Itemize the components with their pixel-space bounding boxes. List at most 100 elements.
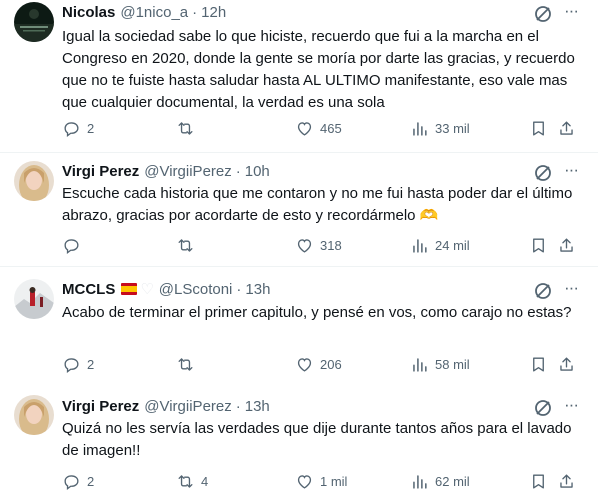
like-button[interactable]: 1 mil <box>295 470 347 492</box>
avatar[interactable] <box>14 161 54 201</box>
timestamp[interactable]: 10h <box>245 163 270 180</box>
reply-button[interactable]: 2 <box>62 470 94 492</box>
tweet-actions: 318 24 mil <box>62 234 584 256</box>
avatar[interactable] <box>14 2 54 42</box>
author-name[interactable]: Nicolas <box>62 4 115 21</box>
reply-count: 2 <box>87 473 95 489</box>
like-button[interactable]: 206 <box>295 353 342 375</box>
share-button[interactable] <box>557 470 576 492</box>
heart-icon <box>297 474 312 489</box>
reply-button[interactable]: 2 <box>62 117 94 139</box>
views-icon <box>413 357 427 372</box>
author-name[interactable]: Virgi Perez <box>62 163 139 180</box>
author-handle[interactable]: @VirgiiPerez <box>144 163 231 180</box>
like-count: 1 mil <box>320 473 348 489</box>
share-icon <box>560 120 573 135</box>
grok-icon[interactable] <box>532 3 554 25</box>
separator-dot: · <box>236 280 242 298</box>
tweet-text: Escuche cada historia que me contaron y … <box>62 185 573 224</box>
views-count: 24 mil <box>435 237 470 253</box>
heart-icon <box>297 238 312 253</box>
reply-icon <box>64 357 79 373</box>
like-button[interactable]: 318 <box>295 234 342 256</box>
separator-dot: · <box>192 3 198 21</box>
timestamp[interactable]: 13h <box>245 281 270 298</box>
reply-icon <box>64 238 79 254</box>
more-icon[interactable]: ··· <box>560 279 582 303</box>
more-icon[interactable]: ··· <box>560 2 582 26</box>
tweet-header: MCCLS ♡ @LScotoni · 13h <box>62 278 270 300</box>
avatar-image <box>14 279 54 319</box>
views-count: 58 mil <box>435 356 470 372</box>
more-icon[interactable]: ··· <box>560 396 582 420</box>
grok-icon[interactable] <box>532 397 554 419</box>
retweet-icon <box>178 474 193 488</box>
views-count: 33 mil <box>435 120 470 136</box>
avatar-image <box>14 161 54 201</box>
retweet-button[interactable] <box>176 117 201 139</box>
bookmark-button[interactable] <box>529 117 548 139</box>
tweet-4[interactable]: Virgi Perez @VirgiiPerez · 13h ··· Quizá… <box>0 387 598 502</box>
tweet-header: Virgi Perez @VirgiiPerez · 10h <box>62 160 270 182</box>
views-button[interactable]: 33 mil <box>410 117 470 139</box>
retweet-icon <box>178 238 193 252</box>
separator-dot: · <box>235 397 241 415</box>
tweet-text: Igual la sociedad sabe lo que hiciste, r… <box>62 28 575 111</box>
views-button[interactable]: 62 mil <box>410 470 470 492</box>
reply-button[interactable] <box>62 234 87 256</box>
like-count: 318 <box>320 237 342 253</box>
views-icon <box>413 238 427 253</box>
share-icon <box>560 473 573 488</box>
tweet-actions: 2 206 58 mil <box>62 353 584 375</box>
like-count: 206 <box>320 356 342 372</box>
tweet-text: Acabo de terminar el primer capitulo, y … <box>62 304 572 321</box>
author-name[interactable]: MCCLS <box>62 281 115 298</box>
bookmark-icon <box>533 237 544 253</box>
views-button[interactable]: 24 mil <box>410 234 470 256</box>
tweet-text: Quizá no les servía las verdades que dij… <box>62 420 572 459</box>
heart-icon <box>297 121 312 136</box>
white-heart-icon: ♡ <box>140 281 154 298</box>
timestamp[interactable]: 12h <box>201 4 226 21</box>
avatar[interactable] <box>14 279 54 319</box>
more-icon[interactable]: ··· <box>560 161 582 185</box>
share-button[interactable] <box>557 353 576 375</box>
bookmark-button[interactable] <box>529 353 548 375</box>
bookmark-button[interactable] <box>529 470 548 492</box>
grok-icon[interactable] <box>532 280 554 302</box>
retweet-button[interactable] <box>176 234 201 256</box>
tweet-3[interactable]: MCCLS ♡ @LScotoni · 13h ··· Acabo de ter… <box>0 267 598 387</box>
tweet-2[interactable]: Virgi Perez @VirgiiPerez · 10h ··· Escuc… <box>0 153 598 265</box>
reply-count: 2 <box>87 120 95 136</box>
tweet-header: Nicolas @1nico_a · 12h <box>62 1 226 23</box>
tweet-actions: 2 465 33 mil <box>62 117 584 139</box>
author-handle[interactable]: @1nico_a <box>120 4 188 21</box>
tweet-1[interactable]: Nicolas @1nico_a · 12h ··· Igual la soci… <box>0 0 598 152</box>
retweet-count: 4 <box>201 473 209 489</box>
views-button[interactable]: 58 mil <box>410 353 470 375</box>
author-handle[interactable]: @LScotoni <box>159 281 233 298</box>
reply-button[interactable]: 2 <box>62 353 94 375</box>
reply-icon <box>64 121 79 137</box>
retweet-icon <box>178 357 193 371</box>
tweet-header: Virgi Perez @VirgiiPerez · 13h <box>62 395 270 417</box>
author-name[interactable]: Virgi Perez <box>62 398 139 415</box>
grok-icon[interactable] <box>532 162 554 184</box>
tweet-actions: 2 4 1 mil 62 mil <box>62 470 584 492</box>
author-handle[interactable]: @VirgiiPerez <box>144 398 231 415</box>
bookmark-button[interactable] <box>529 234 548 256</box>
views-icon <box>413 121 427 136</box>
reply-icon <box>64 474 79 490</box>
like-button[interactable]: 465 <box>295 117 342 139</box>
like-count: 465 <box>320 120 342 136</box>
share-button[interactable] <box>557 117 576 139</box>
retweet-button[interactable]: 4 <box>176 470 208 492</box>
avatar[interactable] <box>14 395 54 435</box>
reply-count: 2 <box>87 356 95 372</box>
share-button[interactable] <box>557 234 576 256</box>
avatar-image <box>14 395 54 435</box>
timestamp[interactable]: 13h <box>245 398 270 415</box>
bookmark-icon <box>533 120 544 136</box>
retweet-button[interactable] <box>176 353 201 375</box>
heart-icon <box>297 357 312 372</box>
